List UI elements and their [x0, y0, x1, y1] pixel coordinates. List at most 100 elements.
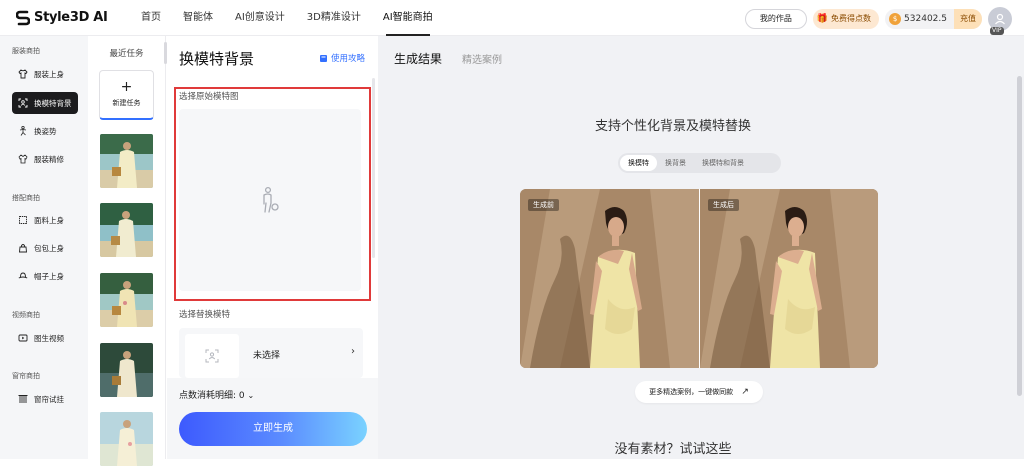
task-thumbnail[interactable] [100, 203, 153, 257]
user-icon [995, 13, 1005, 25]
generate-button[interactable]: 立即生成 [179, 412, 367, 446]
sidebar-group-curtain: 窗帘商拍 [12, 372, 40, 380]
scan-person-icon [205, 349, 219, 363]
logo-text: Style3D AI [34, 10, 108, 25]
sidebar-group-video: 视频商拍 [12, 311, 40, 319]
retouch-icon [18, 154, 28, 164]
new-task-button[interactable]: + 新建任务 [99, 70, 154, 120]
video-icon [18, 333, 28, 343]
nav-3d-precise-design[interactable]: 3D精准设计 [296, 0, 372, 36]
sidebar-item-label: 服装精修 [34, 154, 64, 164]
task-thumbnail-image [100, 343, 153, 397]
fabric-icon [18, 215, 28, 225]
model-value: 未选择 [253, 351, 281, 361]
sidebar: 服装商拍 服装上身 换模特背景 换姿势 服装精修 搭配商拍 面料上身 包包上身 … [0, 36, 88, 459]
sidebar-item-label: 服装上身 [34, 69, 64, 79]
sidebar-item-change-model-background[interactable]: 换模特背景 [12, 92, 78, 114]
task-thumbnail[interactable] [100, 273, 153, 327]
tab-featured-cases[interactable]: 精选案例 [462, 51, 502, 66]
book-icon [320, 54, 327, 62]
coin-icon: $ [889, 13, 902, 25]
bag-icon [18, 243, 28, 253]
segment-change-background[interactable]: 换背景 [657, 155, 694, 171]
generate-footer: 点数消耗明细: 0 ⌄ 立即生成 [167, 378, 378, 459]
sidebar-item-bag-on-model[interactable]: 包包上身 [12, 237, 78, 259]
arrow-up-right-icon: ↗ [741, 387, 749, 397]
task-thumbnail[interactable] [100, 134, 153, 188]
sidebar-item-label: 窗帘试挂 [34, 394, 64, 404]
mode-segmented-control: 换模特 换背景 换模特和背景 [618, 153, 781, 173]
sidebar-item-image-to-video[interactable]: 图生视频 [12, 327, 78, 349]
segment-change-model[interactable]: 换模特 [620, 155, 657, 171]
sidebar-group-apparel: 服装商拍 [12, 47, 40, 55]
segment-change-both[interactable]: 换模特和背景 [694, 155, 752, 171]
after-image: 生成后 [700, 189, 878, 368]
top-right-actions: 我的作品 🎁 免费得点数 $ 532402.5 充值 VIP [744, 7, 1012, 35]
points-balance: $ 532402.5 充值 [885, 9, 982, 29]
top-bar: Style3D AI 首页 智能体 AI创意设计 3D精准设计 AI智能商拍 我… [0, 0, 1024, 36]
sidebar-item-label: 换模特背景 [34, 98, 72, 108]
task-thumbnail-image [100, 412, 153, 466]
gift-icon: 🎁 [816, 14, 829, 24]
sidebar-group-accessories: 搭配商拍 [12, 194, 40, 202]
results-scrollbar[interactable] [1017, 76, 1022, 396]
more-cases-button[interactable]: 更多精选案例，一键做同款 ↗ [635, 381, 763, 403]
tab-results[interactable]: 生成结果 [394, 50, 442, 67]
chevron-right-icon: › [351, 346, 355, 357]
sidebar-item-change-pose[interactable]: 换姿势 [12, 120, 78, 142]
nav-agents[interactable]: 智能体 [172, 0, 224, 36]
hat-icon [18, 271, 28, 281]
nav-ai-smart-shoot[interactable]: AI智能商拍 [372, 0, 444, 36]
task-thumbnail-image [100, 203, 153, 257]
logo-icon [16, 10, 30, 25]
sidebar-item-apparel-retouch[interactable]: 服装精修 [12, 148, 78, 170]
page-title: 换模特背景 [179, 50, 255, 68]
recent-tasks-column: 最近任务 + 新建任务 [88, 36, 166, 466]
nav-home[interactable]: 首页 [130, 0, 172, 36]
sidebar-item-hat-on-model[interactable]: 帽子上身 [12, 265, 78, 287]
replace-model-selector[interactable]: 未选择 › [179, 328, 363, 378]
sidebar-item-curtain-try[interactable]: 窗帘试挂 [12, 388, 78, 410]
shirt-icon [18, 69, 28, 79]
points-cost-detail[interactable]: 点数消耗明细: 0 ⌄ [179, 388, 254, 401]
vip-badge: VIP [990, 27, 1004, 35]
highlight-frame [174, 87, 371, 301]
after-tag: 生成后 [708, 199, 739, 211]
free-points-label: 免费得点数 [831, 14, 872, 23]
before-tag: 生成前 [528, 199, 559, 211]
results-tabs: 生成结果 精选案例 [394, 50, 502, 67]
new-task-label: 新建任务 [112, 99, 141, 107]
task-thumbnail-image [100, 134, 153, 188]
no-material-heading: 没有素材？试试这些 [614, 442, 732, 457]
before-image: 生成前 [520, 189, 699, 368]
nav-ai-creative-design[interactable]: AI创意设计 [224, 0, 296, 36]
usage-guide-label: 使用攻略 [331, 54, 366, 64]
model-placeholder [185, 334, 239, 378]
feature-heading: 支持个性化背景及模特替换 [594, 119, 751, 134]
points-value: 532402.5 [904, 14, 947, 24]
app-logo[interactable]: Style3D AI [16, 10, 116, 26]
recent-tasks-title: 最近任务 [109, 49, 144, 59]
free-points-button[interactable]: 🎁 免费得点数 [812, 9, 880, 29]
before-photo [520, 189, 699, 368]
pose-icon [18, 126, 28, 136]
config-panel: 换模特背景 使用攻略 选择原始模特图 选择替换模特 未选择 › 点数消耗明细: … [167, 36, 378, 459]
sidebar-item-fabric-on-model[interactable]: 面料上身 [12, 209, 78, 231]
main-nav: 首页 智能体 AI创意设计 3D精准设计 AI智能商拍 [130, 0, 444, 36]
my-works-button[interactable]: 我的作品 [744, 9, 807, 29]
sidebar-item-label: 换姿势 [34, 126, 57, 136]
usage-guide-link[interactable]: 使用攻略 [319, 52, 365, 64]
task-thumbnail[interactable] [100, 343, 153, 397]
replace-model-label: 选择替换模特 [179, 310, 231, 320]
results-area: 生成结果 精选案例 支持个性化背景及模特替换 换模特 换背景 换模特和背景 生成… [378, 36, 1024, 459]
recharge-button[interactable]: 充值 [954, 9, 982, 29]
sidebar-item-label: 图生视频 [34, 333, 64, 343]
task-thumbnail-image [100, 273, 153, 327]
sidebar-item-apparel-on-model[interactable]: 服装上身 [12, 63, 78, 85]
curtain-icon [18, 394, 28, 404]
sidebar-item-label: 面料上身 [34, 215, 64, 225]
points-cost-label: 点数消耗明细: 0 [179, 391, 245, 401]
avatar[interactable]: VIP [988, 7, 1012, 35]
task-thumbnail[interactable] [100, 412, 153, 466]
panel-scrollbar[interactable] [372, 78, 375, 258]
